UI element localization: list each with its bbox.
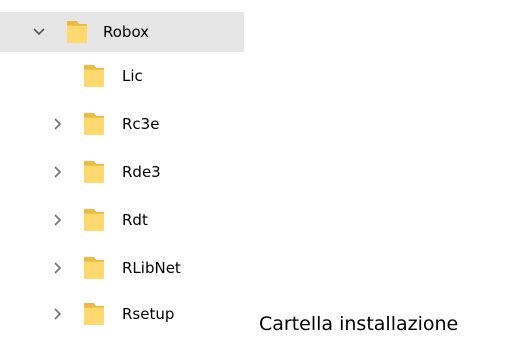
folder-icon <box>80 62 108 90</box>
tree-item-label: Rsetup <box>122 305 175 323</box>
tree-item-rdt[interactable]: Rdt <box>0 200 244 240</box>
tree-item-rsetup[interactable]: Rsetup <box>0 294 244 334</box>
folder-icon <box>80 254 108 282</box>
chevron-down-icon[interactable] <box>29 22 49 42</box>
chevron-right-icon[interactable] <box>47 114 67 134</box>
chevron-right-icon[interactable] <box>47 258 67 278</box>
chevron-right-icon[interactable] <box>47 162 67 182</box>
folder-icon <box>80 206 108 234</box>
chevron-right-icon[interactable] <box>47 210 67 230</box>
tree-item-rlibnet[interactable]: RLibNet <box>0 248 244 288</box>
tree-item-rde3[interactable]: Rde3 <box>0 152 244 192</box>
tree-item-robox[interactable]: Robox <box>0 12 244 52</box>
tree-item-label: Rc3e <box>122 115 160 133</box>
caption-text: Cartella installazione <box>259 313 459 335</box>
tree-item-rc3e[interactable]: Rc3e <box>0 104 244 144</box>
folder-icon <box>80 300 108 328</box>
chevron-right-icon[interactable] <box>47 304 67 324</box>
tree-item-label: Robox <box>103 23 150 41</box>
folder-icon <box>80 110 108 138</box>
tree-item-label: RLibNet <box>122 259 181 277</box>
tree-item-label: Rde3 <box>122 163 161 181</box>
tree-item-lic[interactable]: Lic <box>0 56 244 96</box>
folder-icon <box>63 18 91 46</box>
folder-icon <box>80 158 108 186</box>
tree-item-label: Lic <box>122 67 143 85</box>
tree-item-label: Rdt <box>122 211 148 229</box>
